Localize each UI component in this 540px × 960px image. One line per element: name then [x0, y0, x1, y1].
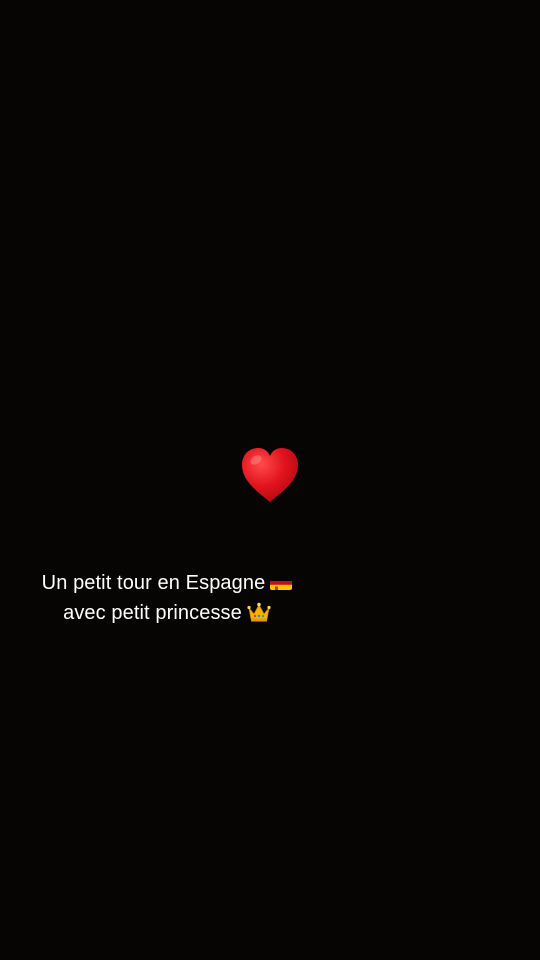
crown-icon	[247, 601, 271, 623]
spain-flag-icon	[270, 575, 293, 590]
caption-line-1: Un petit tour en Espagne	[0, 568, 334, 598]
caption-line-2: avec petit princesse	[0, 598, 334, 628]
red-heart-icon	[242, 448, 298, 502]
story-caption: Un petit tour en Espagne avec petit prin…	[0, 568, 334, 628]
caption-line-1-text: Un petit tour en Espagne	[41, 572, 266, 594]
caption-line-2-text: avec petit princesse	[63, 602, 242, 624]
story-screen: Un petit tour en Espagne avec petit prin…	[0, 0, 540, 960]
